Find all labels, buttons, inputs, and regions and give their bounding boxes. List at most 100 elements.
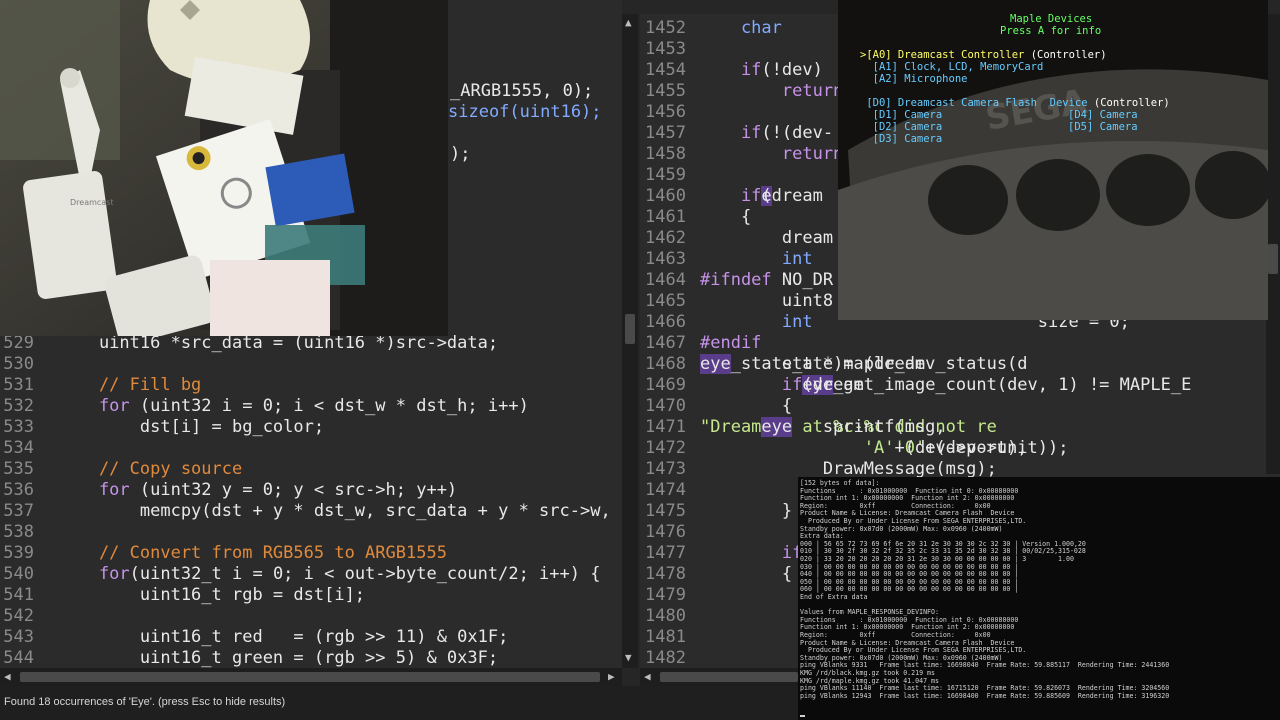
line-text: sprintf(msg, "Dreameye at %c-%c did not … bbox=[700, 417, 997, 437]
line-text: return bbox=[700, 144, 844, 164]
code-line[interactable]: 534 bbox=[0, 438, 622, 459]
code-line[interactable]: 529 uint16 *src_data = (uint16 *)src->da… bbox=[0, 333, 622, 354]
dreamcast-logo-text: Dreamcast bbox=[70, 198, 114, 207]
status-message: Found 18 occurrences of 'Eye'. (press Es… bbox=[4, 696, 286, 708]
code-line[interactable]: 1470 { bbox=[640, 396, 1280, 417]
code-line[interactable]: 537 memcpy(dst + y * dst_w, src_data + y… bbox=[0, 501, 622, 522]
line-number: 543 bbox=[3, 627, 34, 647]
line-number: 534 bbox=[3, 438, 34, 458]
code-line[interactable]: 539 // Convert from RGB565 to ARGB1555 bbox=[0, 543, 622, 564]
code-line[interactable]: 535 // Copy source bbox=[0, 459, 622, 480]
line-text: if (!(dev- bbox=[700, 123, 834, 143]
scroll-thumb[interactable] bbox=[20, 672, 600, 682]
code-line[interactable]: 1469 if (dream eye _get_image_count(dev, 1)… bbox=[640, 375, 1280, 396]
line-number: 1474 bbox=[645, 480, 686, 500]
code-line[interactable]: 1468 state = (dream eye _state_t *)maple_d… bbox=[640, 354, 1280, 375]
code-line[interactable]: 530 bbox=[0, 354, 622, 375]
line-text: #ifndef NO_DR bbox=[700, 270, 834, 290]
line-number: 1452 bbox=[645, 18, 686, 38]
line-number: 537 bbox=[3, 501, 34, 521]
line-number: 1463 bbox=[645, 249, 686, 269]
scroll-thumb[interactable] bbox=[625, 314, 635, 344]
line-text: if (!dev) bbox=[700, 60, 823, 80]
camera-photo: Dreamcast bbox=[0, 0, 448, 336]
maple-device-entry: [D3] Camera bbox=[860, 133, 943, 145]
maple-device-entry: [D2] Camera bbox=[860, 121, 943, 133]
line-text: return bbox=[700, 81, 844, 101]
maple-subtitle: Press A for info bbox=[1000, 25, 1102, 37]
line-text: // Fill bg bbox=[58, 375, 202, 395]
code-line[interactable]: 531 // Fill bg bbox=[0, 375, 622, 396]
line-number: 1456 bbox=[645, 102, 686, 122]
scroll-thumb[interactable] bbox=[1268, 244, 1278, 274]
dreamcast-console-image: SEGA bbox=[838, 0, 1268, 320]
code-line[interactable]: 1467 #endif bbox=[640, 333, 1280, 354]
line-text: // Convert from RGB565 to ARGB1555 bbox=[58, 543, 447, 563]
terminal-output: [152 bytes of data]: Functions : 0x010000… bbox=[798, 477, 1280, 720]
line-number: 1453 bbox=[645, 39, 686, 59]
maple-devices-overlay: SEGA Maple Devices Press A for info >[A0… bbox=[838, 0, 1268, 320]
code-line[interactable]: 542 bbox=[0, 606, 622, 627]
code-line[interactable]: 1472 'A' +(dev->port), '0' +(dev->unit)); bbox=[640, 438, 1280, 459]
maple-device-entry: >[A0] Dreamcast Controller (Controller) bbox=[860, 49, 1107, 61]
line-number: 1467 bbox=[645, 333, 686, 353]
line-number: 1469 bbox=[645, 375, 686, 395]
line-number: 1454 bbox=[645, 60, 686, 80]
line-number: 1479 bbox=[645, 585, 686, 605]
line-text: int size = 0; bbox=[700, 312, 1130, 332]
code-line[interactable]: 532 for (uint32 i = 0; i < dst_w * dst_h… bbox=[0, 396, 622, 417]
maple-device-entry: [D4] Camera bbox=[1068, 109, 1138, 121]
line-number: 530 bbox=[3, 354, 34, 374]
maple-device-entry: [D0] Dreamcast Camera Flash Device (Cont… bbox=[860, 97, 1170, 109]
line-text: // Copy source bbox=[58, 459, 243, 479]
code-fragment: _ARGB1555, 0); bbox=[450, 81, 594, 101]
code-line[interactable]: 541 uint16_t rgb = dst[i]; bbox=[0, 585, 622, 606]
left-horizontal-scrollbar[interactable]: ◀ ▶ bbox=[0, 668, 622, 686]
line-number: 1466 bbox=[645, 312, 686, 332]
right-vertical-scrollbar[interactable] bbox=[1266, 14, 1280, 474]
line-number: 1480 bbox=[645, 606, 686, 626]
line-number: 1482 bbox=[645, 648, 686, 668]
line-number: 544 bbox=[3, 648, 34, 668]
line-number: 1468 bbox=[645, 354, 686, 374]
line-number: 1481 bbox=[645, 627, 686, 647]
maple-device-entry: [D1] Camera bbox=[860, 109, 943, 121]
line-number: 1470 bbox=[645, 396, 686, 416]
line-number: 536 bbox=[3, 480, 34, 500]
line-number: 1473 bbox=[645, 459, 686, 479]
line-text: if (dream e bbox=[700, 186, 823, 206]
scroll-thumb[interactable] bbox=[660, 672, 798, 682]
line-text: #endif bbox=[700, 333, 762, 353]
right-horizontal-scrollbar[interactable]: ◀ bbox=[640, 668, 800, 686]
scroll-down-icon[interactable]: ▼ bbox=[625, 652, 632, 664]
left-vertical-scrollbar[interactable]: ▲ ▼ bbox=[622, 14, 638, 668]
scroll-left-icon[interactable]: ◀ bbox=[4, 671, 11, 683]
scroll-left-icon[interactable]: ◀ bbox=[644, 671, 651, 683]
line-number: 541 bbox=[3, 585, 34, 605]
code-line[interactable]: 1471 sprintf(msg, "Dreameye at %c-%c did… bbox=[640, 417, 1280, 438]
line-number: 529 bbox=[3, 333, 34, 353]
line-number: 1476 bbox=[645, 522, 686, 542]
line-text: if bbox=[700, 543, 803, 563]
line-number: 1457 bbox=[645, 123, 686, 143]
line-text: if (dream eye _get_image_count(dev, 1) != M… bbox=[700, 375, 1192, 395]
code-line[interactable]: 538 bbox=[0, 522, 622, 543]
code-line[interactable]: 544 uint16_t green = (rgb >> 5) & 0x3F; bbox=[0, 648, 622, 668]
terminal-cursor bbox=[800, 715, 805, 717]
scroll-right-icon[interactable]: ▶ bbox=[608, 671, 615, 683]
line-number: 1459 bbox=[645, 165, 686, 185]
maple-device-entry: [D5] Camera bbox=[1068, 121, 1138, 133]
terminal-line: ping VBlanks 12943 Frame last time: 1669… bbox=[800, 691, 1170, 700]
maple-device-entry: [A2] Microphone bbox=[860, 73, 968, 85]
line-number: 538 bbox=[3, 522, 34, 542]
code-line[interactable]: 540 for (uint32_t i = 0; i < out->byte_co… bbox=[0, 564, 622, 585]
line-text: for (uint32 i = 0; i < dst_w * dst_h; i+… bbox=[58, 396, 529, 416]
code-line[interactable]: 536 for (uint32 y = 0; y < src->h; y++) bbox=[0, 480, 622, 501]
scroll-up-icon[interactable]: ▲ bbox=[625, 17, 632, 29]
line-number: 542 bbox=[3, 606, 34, 626]
line-text: for (uint32 y = 0; y < src->h; y++) bbox=[58, 480, 458, 500]
code-line[interactable]: 533 dst[i] = bg_color; bbox=[0, 417, 622, 438]
status-bar: Found 18 occurrences of 'Eye'. (press Es… bbox=[0, 686, 800, 720]
code-line[interactable]: 543 uint16_t red = (rgb >> 11) & 0x1F; bbox=[0, 627, 622, 648]
line-number: 532 bbox=[3, 396, 34, 416]
